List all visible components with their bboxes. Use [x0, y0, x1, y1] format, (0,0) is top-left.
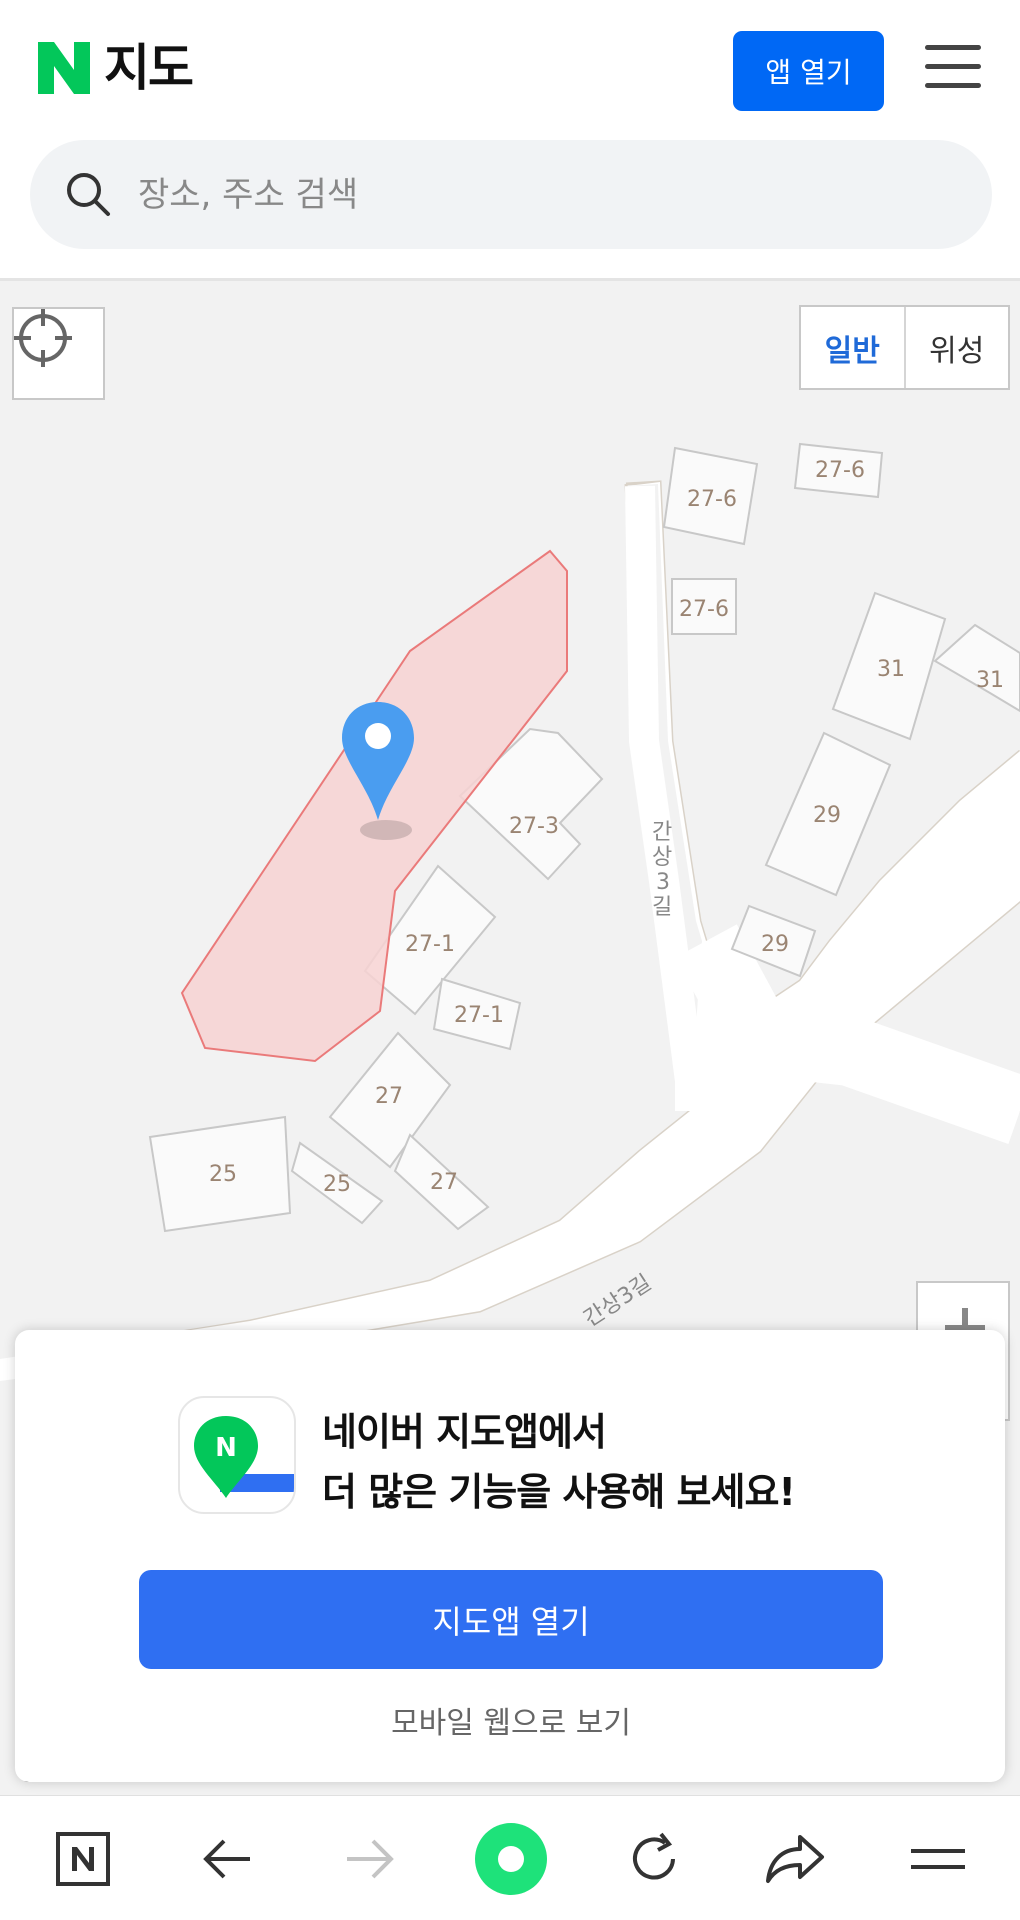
building-label: 27 — [375, 1084, 403, 1109]
naver-map-app-icon: N — [178, 1396, 296, 1514]
building-label: 31 — [976, 668, 1004, 693]
share-icon[interactable] — [750, 1816, 840, 1901]
svg-text:길: 길 — [652, 895, 672, 920]
building-label: 31 — [877, 657, 905, 682]
reload-icon[interactable] — [609, 1816, 699, 1901]
building-label: 27-6 — [815, 458, 865, 483]
svg-text:간: 간 — [652, 820, 672, 845]
buildings — [148, 442, 1020, 1233]
building-label: 29 — [813, 803, 841, 828]
green-dot-icon[interactable] — [466, 1816, 556, 1901]
naver-home-icon[interactable] — [38, 1816, 128, 1901]
map-type-normal[interactable]: 일반 — [801, 307, 906, 388]
open-map-app-button[interactable]: 지도앱 열기 — [139, 1570, 883, 1669]
browser-menu-icon[interactable] — [893, 1816, 983, 1901]
building-label: 25 — [209, 1162, 237, 1187]
search-icon — [67, 173, 110, 216]
promo-message: 네이버 지도앱에서 더 많은 기능을 사용해 보세요! — [322, 1402, 796, 1522]
crosshair-icon — [14, 309, 72, 367]
view-mobile-web-link[interactable]: 모바일 웹으로 보기 — [139, 1698, 883, 1742]
road-label-vertical: 간 상 3 길 — [652, 820, 672, 920]
forward-arrow-icon[interactable] — [324, 1816, 414, 1901]
building-label: 27-1 — [454, 1003, 504, 1028]
naver-n-logo-icon — [38, 42, 90, 94]
building-label: 27-6 — [687, 487, 737, 512]
svg-text:N: N — [215, 1433, 237, 1463]
map-type-toggle: 일반 위성 — [799, 305, 1010, 390]
naver-map-page: 지도 앱 열기 장소, 주소 검색 27-6 27-6 27-6 31 31 2… — [0, 0, 1020, 1920]
logo-text: 지도 — [104, 39, 194, 97]
building-label: 27-6 — [679, 597, 729, 622]
building-label: 27-3 — [509, 814, 559, 839]
svg-text:3: 3 — [656, 870, 670, 895]
open-app-button[interactable]: 앱 열기 — [733, 31, 884, 111]
hamburger-menu-icon[interactable] — [925, 45, 981, 97]
back-arrow-icon[interactable] — [183, 1816, 273, 1901]
promo-line-2: 더 많은 기능을 사용해 보세요! — [322, 1470, 796, 1514]
map-type-satellite[interactable]: 위성 — [906, 307, 1009, 388]
search-input[interactable] — [138, 160, 938, 230]
building-label: 25 — [323, 1172, 351, 1197]
browser-bottom-bar — [0, 1795, 1020, 1920]
current-location-button[interactable] — [12, 307, 105, 400]
app-promo-sheet: N 네이버 지도앱에서 더 많은 기능을 사용해 보세요! 지도앱 열기 모바일… — [15, 1330, 1005, 1782]
building-label: 29 — [761, 932, 789, 957]
building-label: 27-1 — [405, 932, 455, 957]
building-label: 27 — [430, 1170, 458, 1195]
promo-line-1: 네이버 지도앱에서 — [322, 1410, 607, 1454]
header: 지도 앱 열기 — [0, 0, 1020, 140]
naver-map-logo[interactable]: 지도 — [38, 39, 194, 97]
road-label-diagonal: 간상3길 — [580, 1270, 656, 1332]
search-bar[interactable] — [30, 140, 992, 249]
svg-text:상: 상 — [652, 845, 672, 870]
